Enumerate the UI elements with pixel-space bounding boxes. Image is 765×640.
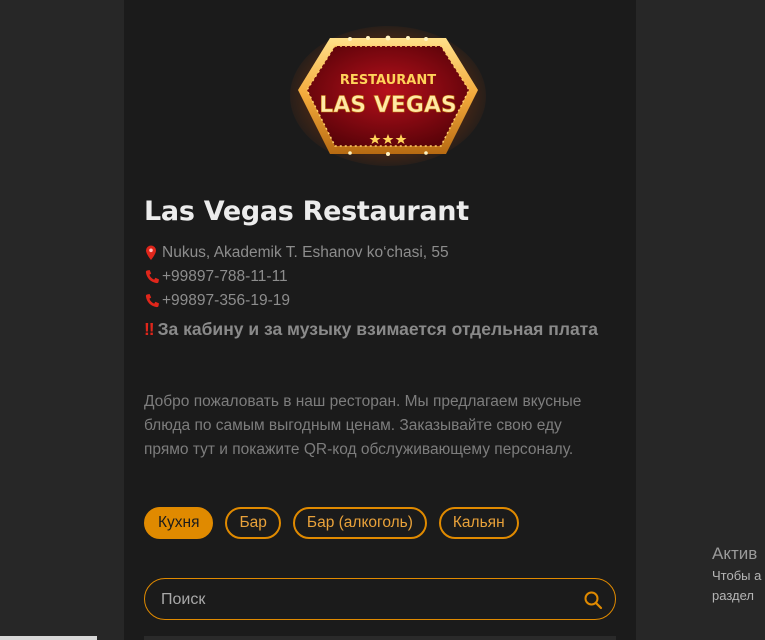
next-section-edge <box>144 636 616 640</box>
category-tab-kitchen[interactable]: Кухня <box>144 507 214 539</box>
double-exclamation-icon: ‼ <box>144 319 155 339</box>
phone-line-2[interactable]: +99897-356-19-19 <box>144 290 290 312</box>
address-line: Nukus, Akademik T. Eshanov ko‘chasi, 55 <box>144 242 449 264</box>
taskbar-edge <box>0 636 97 640</box>
welcome-description: Добро пожаловать в наш ресторан. Мы пред… <box>144 393 582 458</box>
phone-icon <box>144 269 160 285</box>
menu-panel: RESTAURANT LAS VEGAS Las Vegas Restauran… <box>124 0 636 640</box>
restaurant-logo: RESTAURANT LAS VEGAS <box>290 26 486 166</box>
map-pin-icon <box>144 245 160 261</box>
category-tab-bar[interactable]: Бар <box>225 507 281 539</box>
activation-line-1: Чтобы а <box>712 568 762 583</box>
search-input[interactable] <box>159 585 573 615</box>
category-tab-bar-alcohol[interactable]: Бар (алкоголь) <box>292 507 427 539</box>
warning-text: За кабину и за музыку взимается отдельна… <box>157 319 598 339</box>
activation-title: Актив <box>712 544 758 563</box>
address-text: Nukus, Akademik T. Eshanov ko‘chasi, 55 <box>162 244 449 261</box>
phone-line-1[interactable]: +99897-788-11-11 <box>144 266 288 288</box>
phone-text-2[interactable]: +99897-356-19-19 <box>162 292 290 309</box>
windows-activation-watermark: Актив Чтобы а раздел <box>712 542 761 606</box>
search-box <box>144 578 616 620</box>
phone-icon <box>144 293 160 309</box>
extra-charge-warning: ‼ За кабину и за музыку взимается отдельн… <box>144 316 614 343</box>
restaurant-name: Las Vegas Restaurant <box>144 196 469 227</box>
phone-text-1[interactable]: +99897-788-11-11 <box>162 268 288 285</box>
logo-top-text: RESTAURANT <box>340 73 436 88</box>
activation-line-2: раздел <box>712 588 754 603</box>
logo-main-text: LAS VEGAS <box>319 93 457 118</box>
search-icon[interactable] <box>583 590 603 610</box>
category-tabs: Кухня Бар Бар (алкоголь) Кальян <box>144 507 519 539</box>
category-tab-hookah[interactable]: Кальян <box>438 507 519 539</box>
